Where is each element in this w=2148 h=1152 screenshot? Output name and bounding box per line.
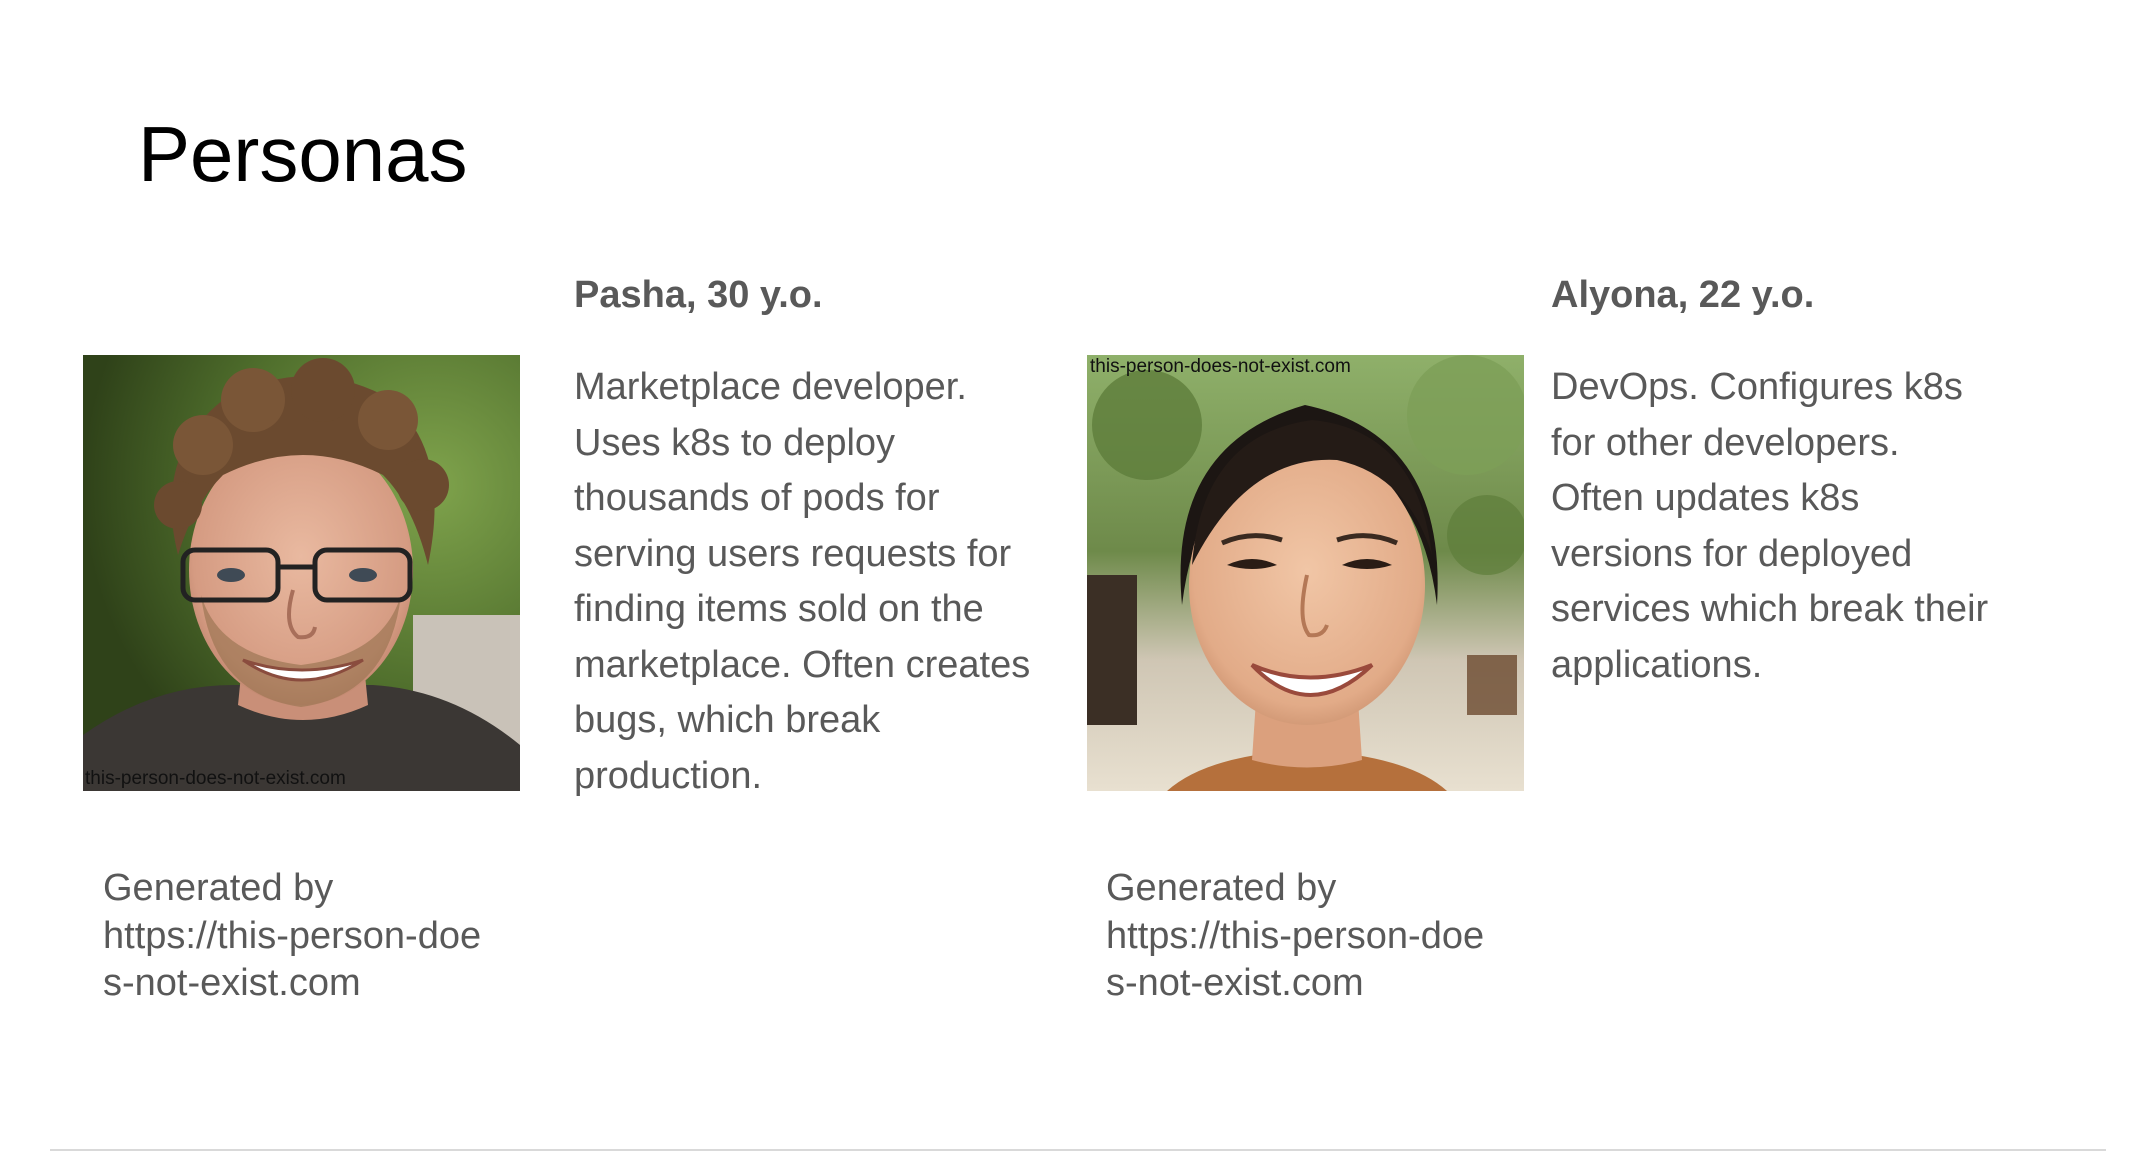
persona-description-alyona: DevOps. Configures k8s for other develop… — [1551, 366, 1989, 686]
photo-watermark: this-person-does-not-exist.com — [1090, 356, 1351, 377]
footer-divider — [50, 1149, 2106, 1151]
portrait-man-image — [83, 355, 520, 791]
portrait-woman-image — [1087, 355, 1524, 791]
photo-watermark: this-person-does-not-exist.com — [85, 768, 346, 789]
slide-title: Personas — [138, 110, 468, 198]
photo-credit-alyona: Generated by https://this-person-doe s-n… — [1106, 867, 1485, 1004]
persona-name-pasha: Pasha, 30 y.o. — [574, 274, 823, 316]
persona-description-pasha: Marketplace developer. Uses k8s to deplo… — [574, 366, 1031, 797]
photo-credit-pasha: Generated by https://this-person-doe s-n… — [103, 867, 482, 1004]
persona-photo-alyona: this-person-does-not-exist.com — [1087, 355, 1524, 791]
persona-name-alyona: Alyona, 22 y.o. — [1551, 274, 1815, 316]
slide: Personas this-person-does-not-exist.com … — [0, 0, 2148, 1152]
persona-photo-pasha: this-person-does-not-exist.com — [83, 355, 520, 791]
